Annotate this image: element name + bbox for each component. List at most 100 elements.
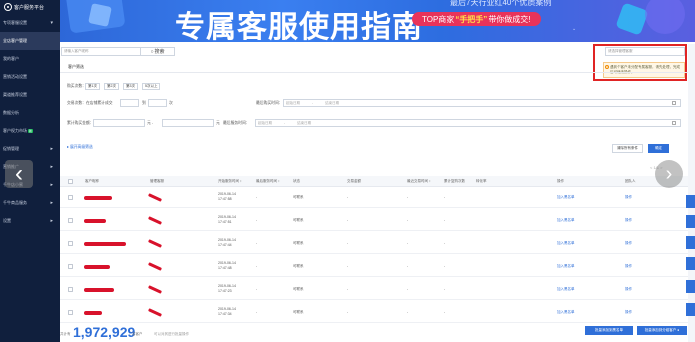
column-header[interactable]: 开始服务时间 ↕ [218,179,242,184]
operate-link[interactable]: 操作 [625,195,632,200]
clear-conditions-button[interactable]: 清除所有条件 [612,144,643,153]
table-row[interactable]: 2019-06-14 17:47:48 - 可联系 - - - 加入黑名单 操作 [60,256,688,277]
buy-tag-1[interactable]: 第1次 [85,83,100,90]
operate-link[interactable]: 操作 [625,287,632,292]
side-tab[interactable] [686,257,695,270]
last-trade-time: - [407,241,409,245]
operate-link[interactable]: 操作 [625,264,632,269]
table-row[interactable]: 2019-06-14 17:47:23 - 可联系 - - - 加入黑名单 操作 [60,279,688,300]
sidebar-item-label: 千牛商品服务 [3,200,27,205]
amount-min-input[interactable] [93,119,145,127]
warning-tip: ! 遇到个客户未分配专属客服，请先处理，完成后可继续操作。 [603,62,685,78]
side-tab[interactable] [686,195,695,208]
buy-times-label: 购买次数： [67,84,86,88]
operate-link[interactable]: 操作 [625,218,632,223]
confirm-button[interactable]: 确定 [648,144,669,153]
search-input[interactable]: 请输入客户昵称 [61,47,141,56]
last-buy-date-range[interactable]: 起始日期 - 结束日期 [283,99,681,107]
row-checkbox[interactable] [68,195,73,200]
table-row[interactable]: 2019-06-14 17:47:51 - 可联系 - - - 加入黑名单 操作 [60,210,688,231]
sidebar-logo[interactable]: 客户服务平台 [0,0,60,14]
repurchase-count: - [444,287,446,291]
calendar-icon [672,101,676,105]
filter-title: 客户筛选 [68,64,84,69]
row-checkbox[interactable] [68,287,73,292]
sidebar-item-label: 促销管理 [3,146,19,151]
operate-link[interactable]: 操作 [625,241,632,246]
buy-tag-5plus[interactable]: 5次以上 [142,83,161,90]
repurchase-count: - [444,195,446,199]
sidebar-item[interactable]: 我的客户 [0,50,60,68]
amount-max-input[interactable] [162,119,214,127]
sidebar-item[interactable]: 促销管理 ▸ [0,140,60,158]
count-note: 可以对其进行批量操作 [154,332,189,336]
batch-blacklist-button[interactable]: 批量添加到黑名单 [585,326,633,335]
side-tab[interactable] [686,236,695,249]
last-service-time: - [256,241,258,245]
row-checkbox[interactable] [68,264,73,269]
operate-link[interactable]: 操作 [625,310,632,315]
table-row[interactable]: 2019-06-14 17:47:44 - 可联系 - - - 加入黑名单 操作 [60,233,688,254]
blacklist-link[interactable]: 加入黑名单 [557,287,575,292]
sidebar-item-label: 全店客户管理 [3,38,27,43]
side-tab[interactable] [686,303,695,316]
trade-min-input[interactable] [120,99,139,107]
row-checkbox[interactable] [68,310,73,315]
row-checkbox[interactable] [68,241,73,246]
sidebar-item[interactable]: 全店客户管理 [0,32,60,50]
select-all-checkbox[interactable] [68,179,73,184]
blacklist-link[interactable]: 加入黑名单 [557,241,575,246]
buy-tag-2[interactable]: 第2次 [104,83,119,90]
column-header[interactable]: 最后服务时间 ↕ [256,179,280,184]
last-trade-time: - [407,218,409,222]
promo-banner[interactable]: 最后7天行业红40个优质案例 专属客服使用指南 TOP商家 “手把手” 带你做成… [60,0,695,42]
row-checkbox[interactable] [68,218,73,223]
column-header[interactable]: 交易金额 [347,179,361,184]
sidebar-item[interactable]: 专项客服设置 ▾ [0,14,60,32]
column-header[interactable]: 管理客服 [150,179,164,184]
blacklist-link[interactable]: 加入黑名单 [557,310,575,315]
column-header[interactable]: 转化率 [476,179,487,184]
trade-max-input[interactable] [148,99,167,107]
redacted-nickname [84,311,102,315]
chevron-icon: ▾ [50,20,53,26]
trade-unit: 次 [169,101,173,105]
column-header[interactable]: 最近交易时间 ↕ [407,179,431,184]
column-header[interactable]: 操作 [557,179,564,184]
table-row[interactable]: 2019-06-14 17:47:58 - 可联系 - - - 加入黑名单 操作 [60,187,688,208]
start-date: 起始日期 [286,100,300,105]
sidebar-item[interactable]: 渠道推荐设置 [0,86,60,104]
side-tab[interactable] [686,215,695,228]
sidebar-item[interactable]: 数据分析 [0,104,60,122]
buy-tag-3[interactable]: 第3次 [123,83,138,90]
blacklist-link[interactable]: 加入黑名单 [557,218,575,223]
blacklist-link[interactable]: 加入黑名单 [557,264,575,269]
last-service-date-range[interactable]: 起始日期 - 结束日期 [255,119,681,127]
expand-advanced-link[interactable]: ▸ 展开高级筛选 [67,144,93,150]
sidebar-item[interactable]: 客户权力市场新 [0,122,60,140]
pill-suffix: 带你做成交! [488,14,531,24]
search-button-label: 搜索 [154,49,165,55]
next-arrow-icon[interactable]: › [655,160,683,188]
blacklist-link[interactable]: 加入黑名单 [557,195,575,200]
column-header[interactable]: 状态 [293,179,300,184]
side-tab[interactable] [686,280,695,293]
amount-to: 元 - [147,121,154,125]
column-header[interactable]: 客户昵称 [85,179,99,184]
footer: 共计有 1,972,929 名客户 可以对其进行批量操作 批量添加到黑名单 批量… [60,322,688,342]
sidebar-item[interactable]: 设置 ▸ [0,212,60,230]
prev-arrow-icon[interactable]: ‹ [5,160,33,188]
status: 可联系 [293,195,304,199]
scrollbar[interactable] [688,44,695,342]
date-dash: - [312,101,314,105]
column-header[interactable]: 累计复购次数 [444,179,465,184]
repurchase-count: - [444,310,446,314]
search-button[interactable]: ○ 搜索 [140,47,175,56]
sidebar-item[interactable]: 营销活动设置 [0,68,60,86]
batch-group-button[interactable]: 批量添加到分组客户 ● [637,326,687,335]
sidebar-item[interactable]: 千牛商品服务 ▸ [0,194,60,212]
start-date: 起始日期 [258,120,272,125]
table-row[interactable]: 2019-06-14 17:47:34 - 可联系 - - - 加入黑名单 操作 [60,302,688,323]
column-header[interactable]: 团队人 [625,179,636,184]
last-service-label: 最后服务时间： [223,121,250,125]
